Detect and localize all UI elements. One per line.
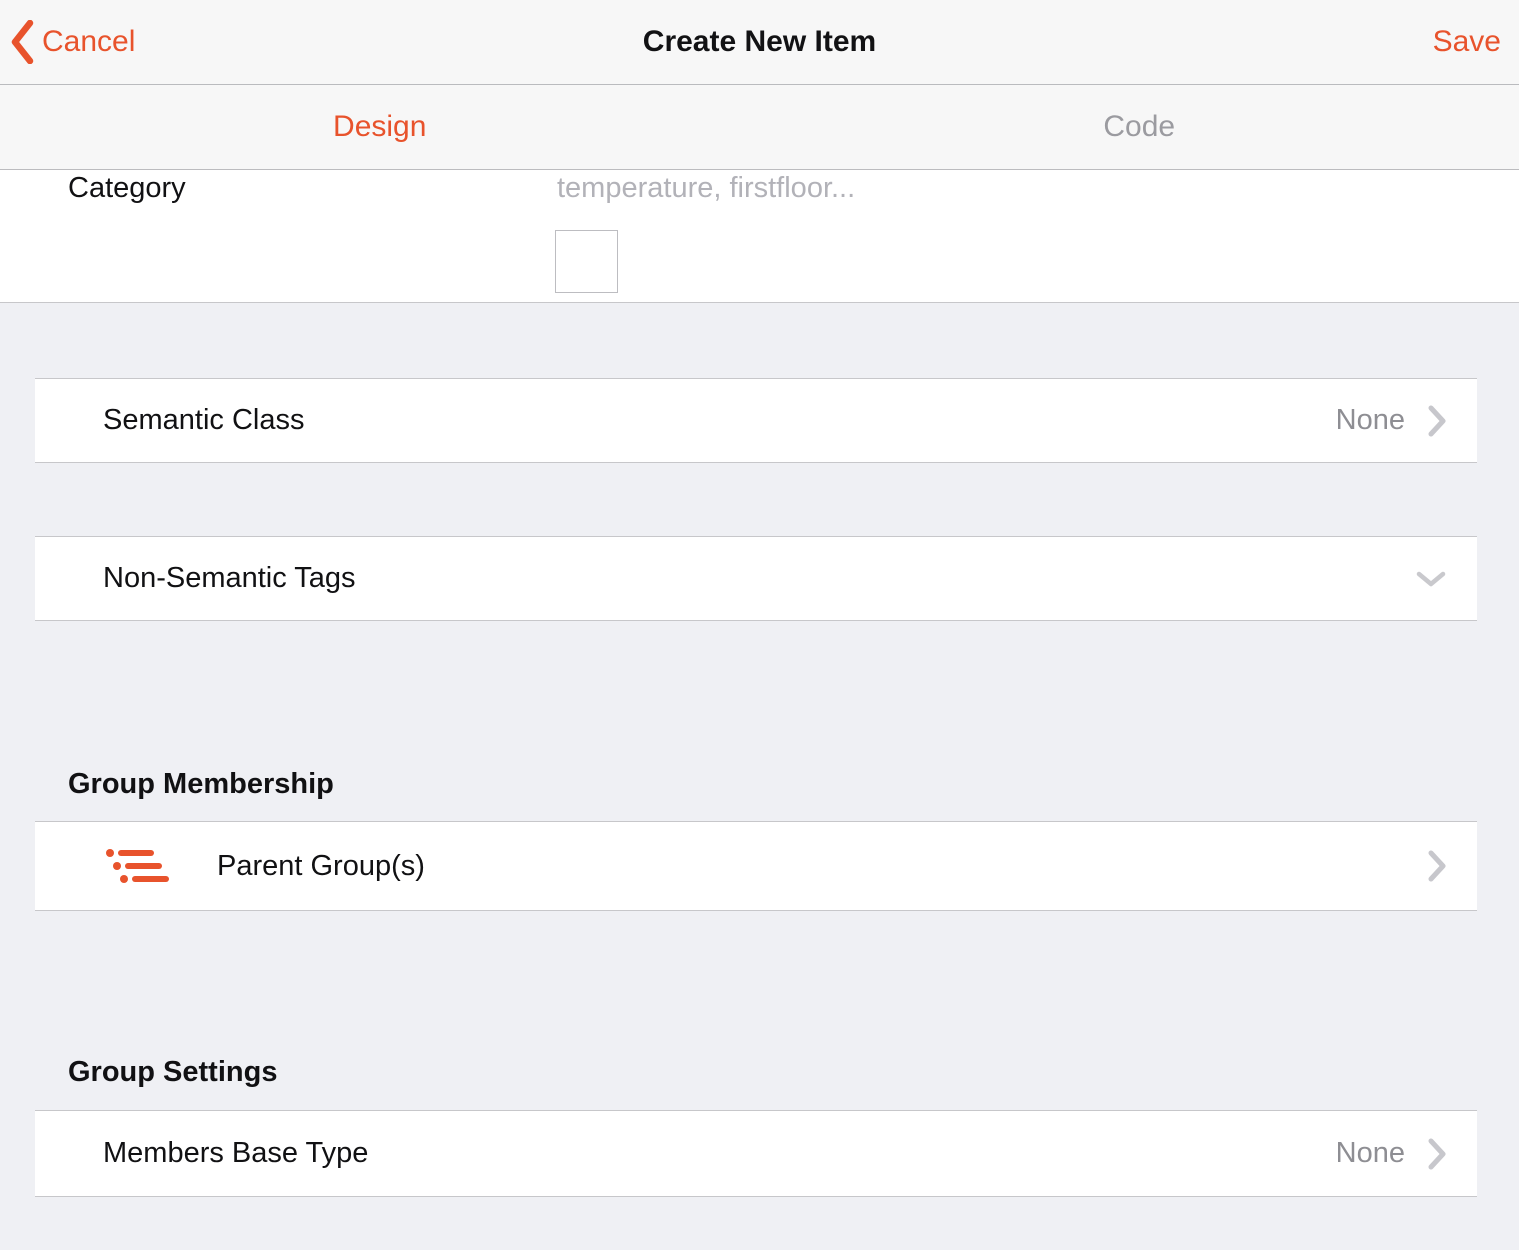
parent-groups-row[interactable]: Parent Group(s) xyxy=(35,821,1477,911)
tab-design[interactable]: Design xyxy=(0,85,760,169)
members-base-type-value: None xyxy=(1336,1137,1405,1170)
members-base-type-row[interactable]: Members Base Type None xyxy=(35,1110,1477,1197)
back-chevron-icon xyxy=(10,20,34,64)
semantic-class-row[interactable]: Semantic Class None xyxy=(35,378,1477,463)
navigation-bar: Cancel Create New Item Save xyxy=(0,0,1519,85)
non-semantic-tags-label: Non-Semantic Tags xyxy=(103,562,356,595)
chevron-down-icon xyxy=(1415,570,1447,588)
chevron-right-icon xyxy=(1427,850,1447,882)
semantic-class-label: Semantic Class xyxy=(103,404,304,437)
category-input[interactable] xyxy=(550,171,1410,205)
semantic-class-value: None xyxy=(1336,404,1405,437)
staggered-list-icon xyxy=(105,846,169,886)
group-membership-header: Group Membership xyxy=(68,769,1519,799)
cancel-label: Cancel xyxy=(42,25,135,59)
members-base-type-label: Members Base Type xyxy=(103,1137,368,1170)
parent-groups-label: Parent Group(s) xyxy=(217,850,425,883)
category-icon-box[interactable] xyxy=(555,230,618,293)
chevron-right-icon xyxy=(1427,1138,1447,1170)
tab-bar: Design Code xyxy=(0,85,1519,170)
non-semantic-tags-row[interactable]: Non-Semantic Tags xyxy=(35,536,1477,621)
chevron-right-icon xyxy=(1427,405,1447,437)
cancel-button[interactable]: Cancel xyxy=(10,20,135,64)
page-title: Create New Item xyxy=(0,25,1519,59)
save-button[interactable]: Save xyxy=(1433,25,1501,59)
group-settings-header: Group Settings xyxy=(68,1057,1519,1087)
tab-code[interactable]: Code xyxy=(760,85,1519,169)
category-section: Category xyxy=(0,170,1519,303)
category-label: Category xyxy=(68,173,186,203)
